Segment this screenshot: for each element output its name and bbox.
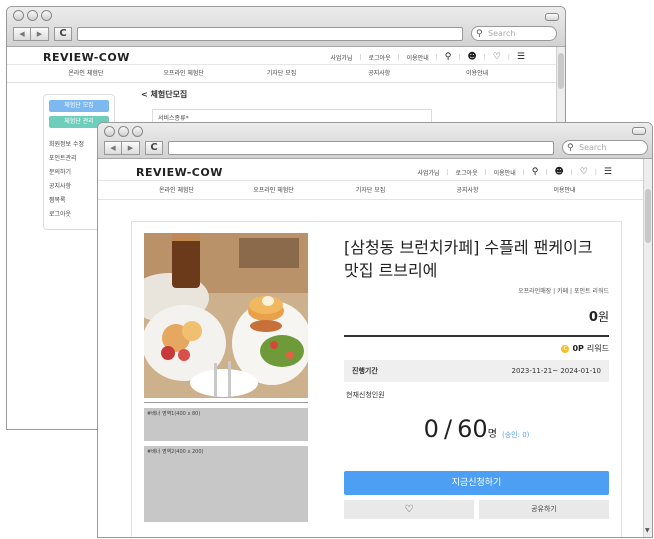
coin-icon: C [561,344,570,353]
page-heading: < 체험단모집 [141,90,188,99]
heart-icon[interactable]: ♡ [580,167,588,177]
minimize-window-icon[interactable] [118,126,129,137]
front-browser-toolbar: ◀ ▶ C ⚲ Search [98,123,652,159]
heart-icon: ♡ [404,504,414,515]
search-icon: ⚲ [567,143,574,153]
front-scroll-thumb[interactable] [645,189,651,243]
front-scrollbar[interactable]: ▼ [643,159,652,537]
close-window-icon[interactable] [13,10,24,21]
period-row: 진행기간 2023-11-21~ 2024-01-10 [344,360,609,382]
nav-offline[interactable]: 오프라인 체험단 [225,185,322,194]
menu-icon[interactable]: ☰ [604,167,612,177]
utility-links: 사업가님 | 로그아웃 | 이용안내 | ⚲ | ☻ | ♡ | ☰ [417,167,612,177]
util-link-owner[interactable]: 사업가님 [330,53,352,62]
history-buttons: ◀ ▶ [104,141,140,155]
forward-arrow-icon[interactable]: ▶ [122,141,140,155]
brunch-photo-illustration [144,233,308,398]
product-photo[interactable] [144,233,308,398]
close-window-icon[interactable] [104,126,115,137]
util-link-logout[interactable]: 로그아웃 [369,53,391,62]
front-page-content: REVIEW-COW 사업가님 | 로그아웃 | 이용안내 | ⚲ | ☻ | ♡ | ☰ … [98,159,652,537]
nav-reporter[interactable]: 기자단 모집 [233,68,331,77]
apply-button[interactable]: 지금신청하기 [344,471,609,495]
applicants-total: 60 [457,415,488,443]
back-arrow-icon[interactable]: ◀ [104,141,122,155]
search-icon: ⚲ [476,29,483,39]
search-input[interactable]: ⚲ Search [471,26,557,41]
price: 0원 [589,306,609,325]
forward-arrow-icon[interactable]: ▶ [31,27,49,41]
approved-count: (승인: 0) [502,431,530,439]
user-icon[interactable]: ☻ [467,52,476,62]
maximize-window-icon[interactable] [41,10,52,21]
wishlist-button[interactable]: ♡ [344,500,474,519]
utility-links: 사업가님 | 로그아웃 | 이용안내 | ⚲ | ☻ | ♡ | ☰ [330,52,525,62]
user-icon[interactable]: ☻ [554,167,563,177]
history-buttons: ◀ ▶ [13,27,49,41]
reward: C 0P 리워드 [561,343,609,354]
window-resize-icon[interactable] [545,13,559,21]
window-controls [13,10,52,21]
reload-icon[interactable]: C [145,141,163,155]
search-input[interactable]: ⚲ Search [562,140,648,155]
nav-reporter[interactable]: 기자단 모집 [322,185,419,194]
applicants-label: 현재신청인원 [346,391,385,399]
search-placeholder: Search [488,29,516,38]
address-bar[interactable] [168,141,554,155]
back-scroll-thumb[interactable] [558,53,564,89]
nav-online[interactable]: 온라인 체험단 [128,185,225,194]
applicants-current: 0 [423,415,439,443]
nav-guide[interactable]: 이용안내 [428,68,526,77]
main-nav: 온라인 체험단 오프라인 체험단 기자단 모집 공지사항 이용안내 [7,68,556,83]
nav-notice[interactable]: 공지사항 [330,68,428,77]
period-value: 2023-11-21~ 2024-01-10 [511,367,601,375]
banner-area-1-label: #배너 영역1(400 x 80) [147,411,201,417]
window-controls [104,126,143,137]
scroll-down-arrow-icon[interactable]: ▼ [645,527,650,534]
share-button[interactable]: 공유하기 [479,500,609,519]
search-icon[interactable]: ⚲ [445,52,452,62]
price-value: 0 [588,310,598,325]
maximize-window-icon[interactable] [132,126,143,137]
banner-area-1[interactable]: #배너 영역1(400 x 80) [144,408,308,441]
applicants-slash: / [443,415,453,443]
period-label: 진행기간 [352,367,378,375]
site-logo[interactable]: REVIEW-COW [43,51,130,64]
product-title: [삼청동 브런치카페] 수플레 팬케이크 맛집 르브리에 [344,238,593,280]
util-link-owner[interactable]: 사업가님 [417,168,439,177]
recruit-button[interactable]: 체험단 모집 [49,100,109,112]
reload-icon[interactable]: C [54,27,72,41]
site-logo[interactable]: REVIEW-COW [136,166,223,179]
util-link-guide[interactable]: 이용안내 [407,53,429,62]
banner-area-2-label: #배너 영역2(400 x 200) [147,449,204,455]
window-resize-icon[interactable] [632,127,646,135]
banner-area-2[interactable]: #배너 영역2(400 x 200) [144,446,308,522]
menu-icon[interactable]: ☰ [517,52,525,62]
reward-label: 리워드 [586,344,609,353]
back-arrow-icon[interactable]: ◀ [13,27,31,41]
nav-online[interactable]: 온라인 체험단 [37,68,135,77]
search-icon[interactable]: ⚲ [532,167,539,177]
address-bar[interactable] [77,27,463,41]
front-browser-window: ◀ ▶ C ⚲ Search REVIEW-COW 사업가님 | 로그아웃 | 이용… [97,122,653,538]
product-tags: 오프라인매장 | 카페 | 포인트 리워드 [518,288,609,295]
applicants-count: 0 / 60명 (승인: 0) [344,415,609,443]
nav-notice[interactable]: 공지사항 [419,185,516,194]
nav-offline[interactable]: 오프라인 체험단 [135,68,233,77]
price-unit: 원 [597,310,609,324]
main-nav: 온라인 체험단 오프라인 체험단 기자단 모집 공지사항 이용안내 [98,185,643,200]
search-placeholder: Search [579,143,607,152]
heart-icon[interactable]: ♡ [493,52,501,62]
reward-value: 0P [572,344,584,353]
minimize-window-icon[interactable] [27,10,38,21]
nav-guide[interactable]: 이용안내 [516,185,613,194]
product-card: #배너 영역1(400 x 80) #배너 영역2(400 x 200) [삼청… [131,221,622,537]
applicants-unit: 명 [487,429,497,440]
service-type-label: 서비스종류* [158,115,189,122]
back-browser-toolbar: ◀ ▶ C ⚲ Search [7,7,565,47]
util-link-guide[interactable]: 이용안내 [494,168,516,177]
util-link-logout[interactable]: 로그아웃 [456,168,478,177]
